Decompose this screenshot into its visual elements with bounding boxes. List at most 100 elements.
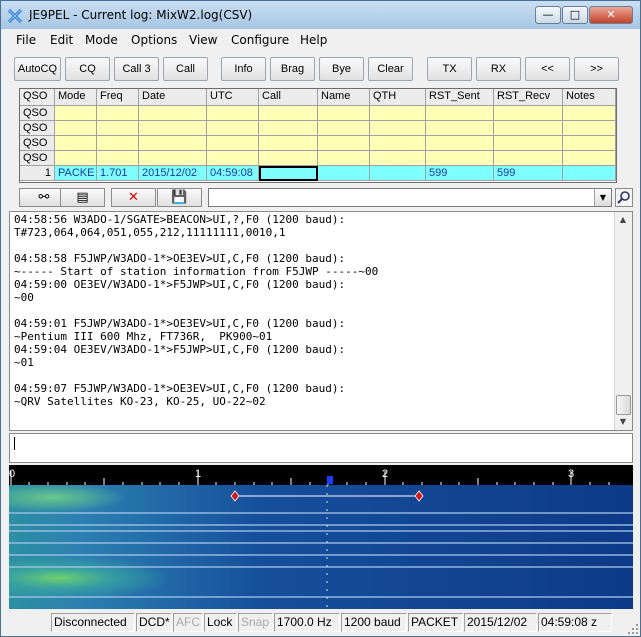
log-cell[interactable]: [139, 151, 207, 166]
col-header-date[interactable]: Date: [139, 89, 207, 106]
log-cell[interactable]: [494, 151, 563, 166]
scroll-up-arrow[interactable]: ▲: [615, 212, 631, 228]
active-row-cell[interactable]: [318, 166, 370, 181]
log-cell[interactable]: [426, 106, 494, 121]
col-header-qth[interactable]: QTH: [370, 89, 426, 106]
log-cell[interactable]: [259, 151, 318, 166]
log-cell[interactable]: [370, 106, 426, 121]
log-cell[interactable]: [494, 106, 563, 121]
autocq-button[interactable]: AutoCQ: [14, 57, 61, 81]
menu-mode[interactable]: Mode: [85, 33, 118, 47]
vertical-scrollbar[interactable]: ▲ ▼: [614, 212, 632, 430]
active-row-cell[interactable]: 1.701: [97, 166, 139, 181]
qso-log-grid[interactable]: QSO Mode Freq Date UTC Call Name QTH RST…: [19, 88, 617, 183]
log-cell[interactable]: [318, 106, 370, 121]
log-cell[interactable]: [370, 121, 426, 136]
log-cell[interactable]: [426, 151, 494, 166]
close-button[interactable]: ✕: [589, 6, 633, 24]
log-cell[interactable]: [563, 106, 616, 121]
active-row-cell[interactable]: 04:59:08: [207, 166, 259, 181]
tx-button[interactable]: TX: [427, 57, 472, 81]
log-cell[interactable]: [55, 121, 97, 136]
active-row-cell[interactable]: [563, 166, 616, 181]
qso-row-label[interactable]: QSO: [20, 106, 55, 121]
call-button[interactable]: Call: [163, 57, 208, 81]
log-cell[interactable]: [370, 151, 426, 166]
next-button[interactable]: >>: [574, 57, 619, 81]
maximize-button[interactable]: □: [562, 6, 588, 24]
scroll-down-arrow[interactable]: ▼: [615, 414, 631, 430]
active-row-cell[interactable]: [259, 166, 318, 181]
status-lock[interactable]: Lock: [204, 613, 237, 632]
cq-button[interactable]: CQ: [65, 57, 110, 81]
menu-edit[interactable]: Edit: [50, 33, 73, 47]
log-cell[interactable]: [318, 151, 370, 166]
delete-button[interactable]: ✕: [111, 188, 156, 207]
log-cell[interactable]: [55, 136, 97, 151]
active-row-cell[interactable]: 599: [426, 166, 494, 181]
prev-button[interactable]: <<: [525, 57, 570, 81]
edit-entry-button[interactable]: ▤: [60, 188, 105, 207]
save-button[interactable]: 💾: [157, 188, 202, 207]
scroll-thumb[interactable]: [616, 395, 631, 415]
log-cell[interactable]: [97, 136, 139, 151]
log-cell[interactable]: [563, 121, 616, 136]
col-header-utc[interactable]: UTC: [207, 89, 259, 106]
log-cell[interactable]: [426, 136, 494, 151]
search-button[interactable]: [615, 188, 633, 207]
col-header-freq[interactable]: Freq: [97, 89, 139, 106]
col-header-notes[interactable]: Notes: [563, 89, 616, 106]
active-row-cell[interactable]: [370, 166, 426, 181]
col-header-rst-sent[interactable]: RST_Sent: [426, 89, 494, 106]
menu-view[interactable]: View: [189, 33, 217, 47]
call3-button[interactable]: Call 3: [114, 57, 159, 81]
active-row-cell[interactable]: PACKE: [55, 166, 97, 181]
status-frequency[interactable]: 1700.0 Hz: [274, 613, 340, 632]
log-cell[interactable]: [426, 121, 494, 136]
log-cell[interactable]: [259, 136, 318, 151]
status-baud[interactable]: 1200 baud: [341, 613, 407, 632]
clear-button[interactable]: Clear: [368, 57, 413, 81]
status-snap[interactable]: Snap: [238, 613, 273, 632]
log-cell[interactable]: [494, 136, 563, 151]
log-cell[interactable]: [97, 121, 139, 136]
log-cell[interactable]: [563, 151, 616, 166]
col-header-call[interactable]: Call: [259, 89, 318, 106]
brag-button[interactable]: Brag: [270, 57, 315, 81]
log-cell[interactable]: [494, 121, 563, 136]
waterfall-display[interactable]: [9, 485, 633, 609]
log-cell[interactable]: [139, 136, 207, 151]
menu-help[interactable]: Help: [300, 33, 327, 47]
qso-row-label[interactable]: QSO: [20, 136, 55, 151]
log-cell[interactable]: [55, 106, 97, 121]
log-cell[interactable]: [139, 121, 207, 136]
log-cell[interactable]: [563, 136, 616, 151]
log-cell[interactable]: [207, 121, 259, 136]
log-cell[interactable]: [139, 106, 207, 121]
col-header-name[interactable]: Name: [318, 89, 370, 106]
resize-grip-icon[interactable]: [628, 624, 638, 634]
status-dcd[interactable]: DCD*: [136, 613, 172, 632]
status-afc[interactable]: AFC: [173, 613, 203, 632]
status-mode[interactable]: PACKET: [408, 613, 463, 632]
minimize-button[interactable]: —: [535, 6, 561, 24]
frequency-scale[interactable]: 0 1 2 3: [9, 465, 633, 485]
receive-text-window[interactable]: 04:58:56 W3ADO-1/SGATE>BEACON>UI,?,F0 (1…: [9, 211, 633, 431]
col-header-rst-recv[interactable]: RST_Recv: [494, 89, 563, 106]
log-cell[interactable]: [207, 106, 259, 121]
log-cell[interactable]: [370, 136, 426, 151]
active-row-cell[interactable]: 599: [494, 166, 563, 181]
col-header-mode[interactable]: Mode: [55, 89, 97, 106]
log-cell[interactable]: [97, 151, 139, 166]
menu-options[interactable]: Options: [131, 33, 177, 47]
active-row-number[interactable]: 1: [20, 166, 55, 181]
log-cell[interactable]: [318, 136, 370, 151]
qso-row-label[interactable]: QSO: [20, 121, 55, 136]
log-cell[interactable]: [207, 136, 259, 151]
chevron-down-icon[interactable]: ▼: [594, 189, 611, 206]
log-cell[interactable]: [259, 106, 318, 121]
info-button[interactable]: Info: [221, 57, 266, 81]
bye-button[interactable]: Bye: [319, 57, 364, 81]
callsign-search-combo[interactable]: ▼: [208, 188, 612, 207]
col-header-qso[interactable]: QSO: [20, 89, 55, 106]
